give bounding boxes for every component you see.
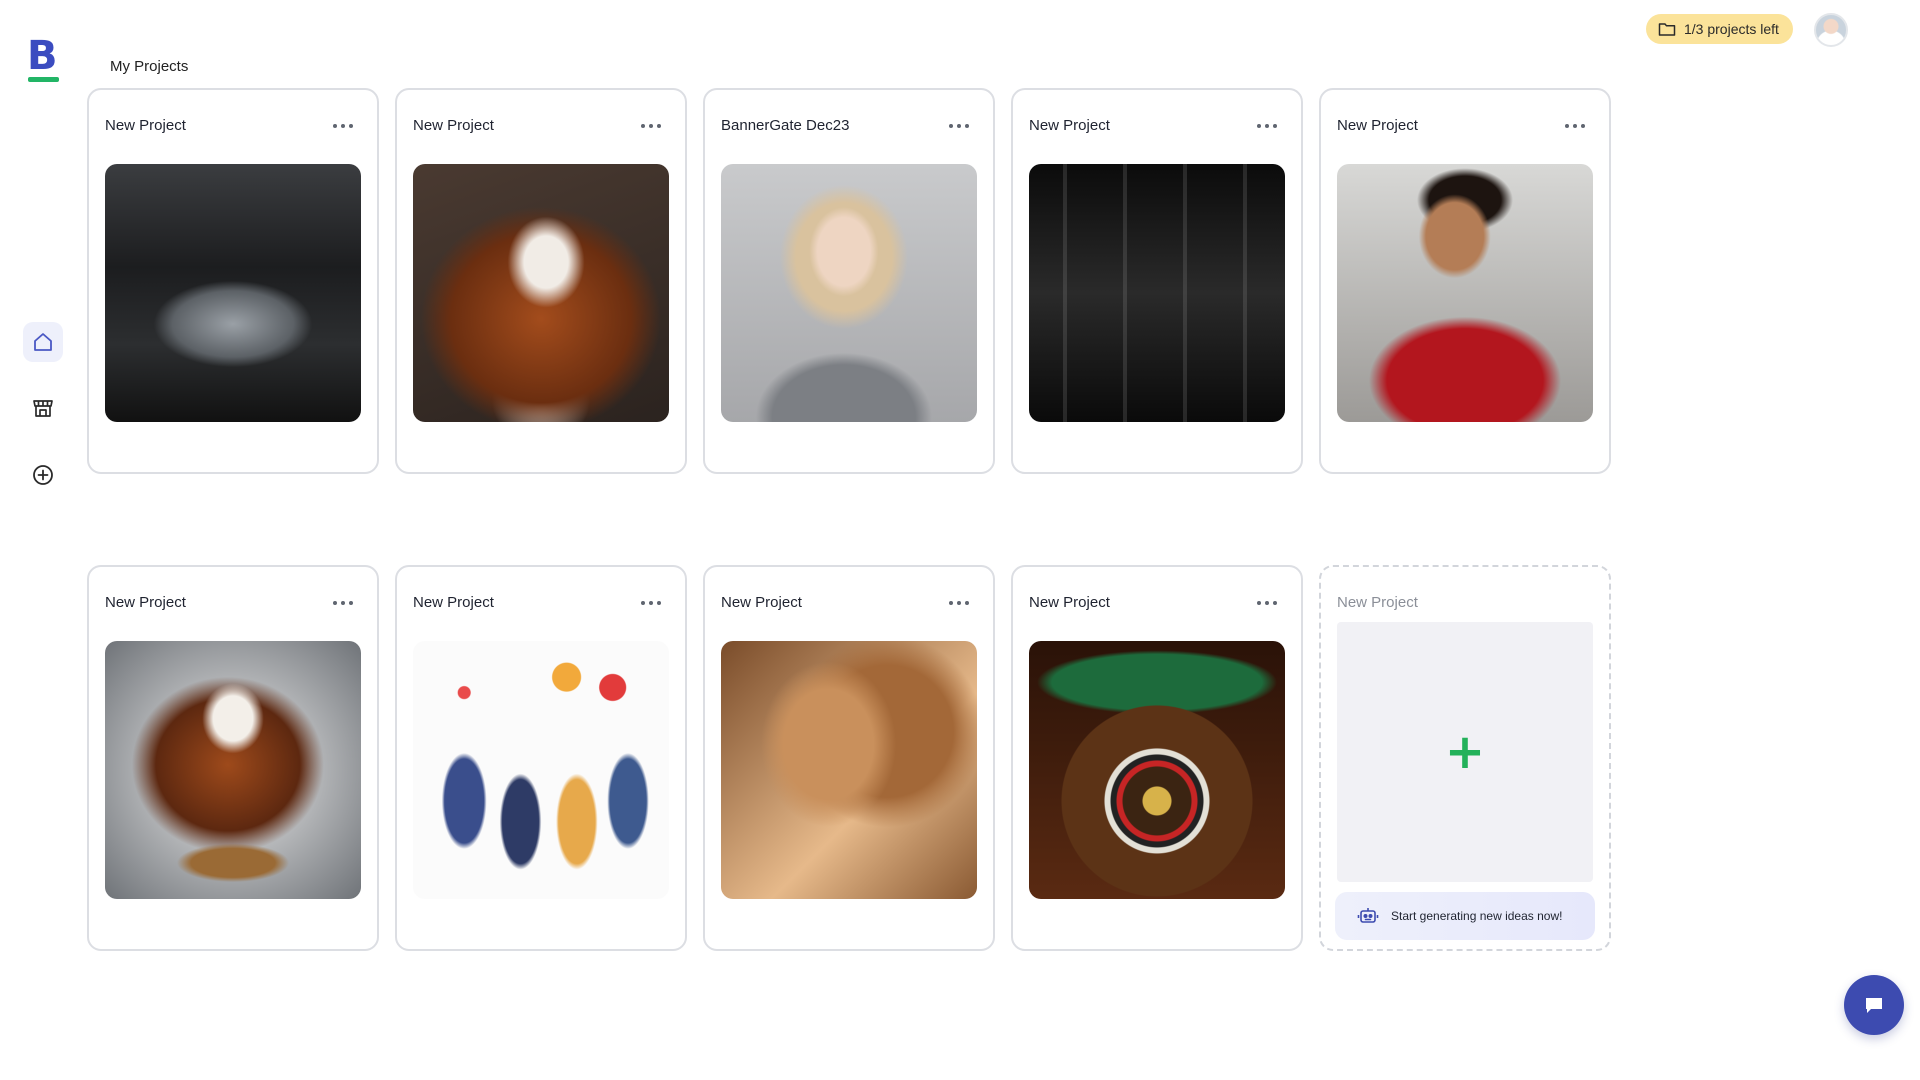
project-card[interactable]: New Project	[395, 88, 687, 474]
logo-letter: B	[27, 33, 58, 79]
project-card[interactable]: New Project	[1319, 88, 1611, 474]
brand-logo[interactable]: B	[27, 33, 61, 82]
page-title: My Projects	[110, 58, 189, 75]
more-options-icon[interactable]	[1257, 118, 1277, 134]
new-project-card[interactable]: New Project + Start generating new ideas…	[1319, 565, 1611, 951]
more-options-icon[interactable]	[1257, 595, 1277, 611]
project-title: New Project	[1029, 117, 1110, 134]
sidebar-item-store[interactable]	[23, 388, 63, 428]
project-title: New Project	[413, 117, 494, 134]
project-card[interactable]: New Project	[1011, 565, 1303, 951]
project-card[interactable]: New Project	[1011, 88, 1303, 474]
chat-icon	[1866, 998, 1882, 1013]
plus-icon: +	[1444, 724, 1486, 780]
more-options-icon[interactable]	[949, 595, 969, 611]
project-title: New Project	[105, 594, 186, 611]
project-card[interactable]: New Project	[87, 565, 379, 951]
new-project-title: New Project	[1337, 594, 1418, 611]
project-title: New Project	[1029, 594, 1110, 611]
quota-label: 1/3 projects left	[1684, 21, 1779, 37]
project-thumbnail[interactable]	[105, 641, 361, 899]
project-thumbnail[interactable]	[1029, 164, 1285, 422]
plus-circle-icon	[33, 465, 53, 485]
projects-quota-badge[interactable]: 1/3 projects left	[1646, 14, 1793, 44]
project-thumbnail[interactable]	[413, 641, 669, 899]
project-title: BannerGate Dec23	[721, 117, 850, 134]
more-options-icon[interactable]	[333, 595, 353, 611]
project-thumbnail[interactable]	[721, 164, 977, 422]
chat-button[interactable]	[1844, 975, 1904, 1035]
more-options-icon[interactable]	[1565, 118, 1585, 134]
add-project-button[interactable]: +	[1337, 622, 1593, 882]
home-icon	[34, 333, 52, 351]
more-options-icon[interactable]	[333, 118, 353, 134]
project-thumbnail[interactable]	[1029, 641, 1285, 899]
folder-icon	[1658, 23, 1676, 36]
project-title: New Project	[413, 594, 494, 611]
project-thumbnail[interactable]	[721, 641, 977, 899]
project-title: New Project	[105, 117, 186, 134]
logo-underline	[28, 77, 59, 82]
robot-icon	[1357, 908, 1379, 923]
more-options-icon[interactable]	[641, 595, 661, 611]
user-avatar[interactable]	[1814, 13, 1848, 47]
sidebar-item-home[interactable]	[23, 322, 63, 362]
project-card[interactable]: New Project	[703, 565, 995, 951]
sidebar-item-create[interactable]	[23, 455, 63, 495]
project-title: New Project	[1337, 117, 1418, 134]
project-card[interactable]: New Project	[87, 88, 379, 474]
project-thumbnail[interactable]	[1337, 164, 1593, 422]
project-card[interactable]: New Project	[395, 565, 687, 951]
store-icon	[33, 400, 53, 417]
more-options-icon[interactable]	[641, 118, 661, 134]
generate-ideas-button[interactable]: Start generating new ideas now!	[1335, 892, 1595, 940]
project-thumbnail[interactable]	[105, 164, 361, 422]
sidebar: B	[0, 0, 86, 1080]
project-title: New Project	[721, 594, 802, 611]
project-card[interactable]: BannerGate Dec23	[703, 88, 995, 474]
project-thumbnail[interactable]	[413, 164, 669, 422]
more-options-icon[interactable]	[949, 118, 969, 134]
generate-ideas-label: Start generating new ideas now!	[1391, 909, 1563, 923]
